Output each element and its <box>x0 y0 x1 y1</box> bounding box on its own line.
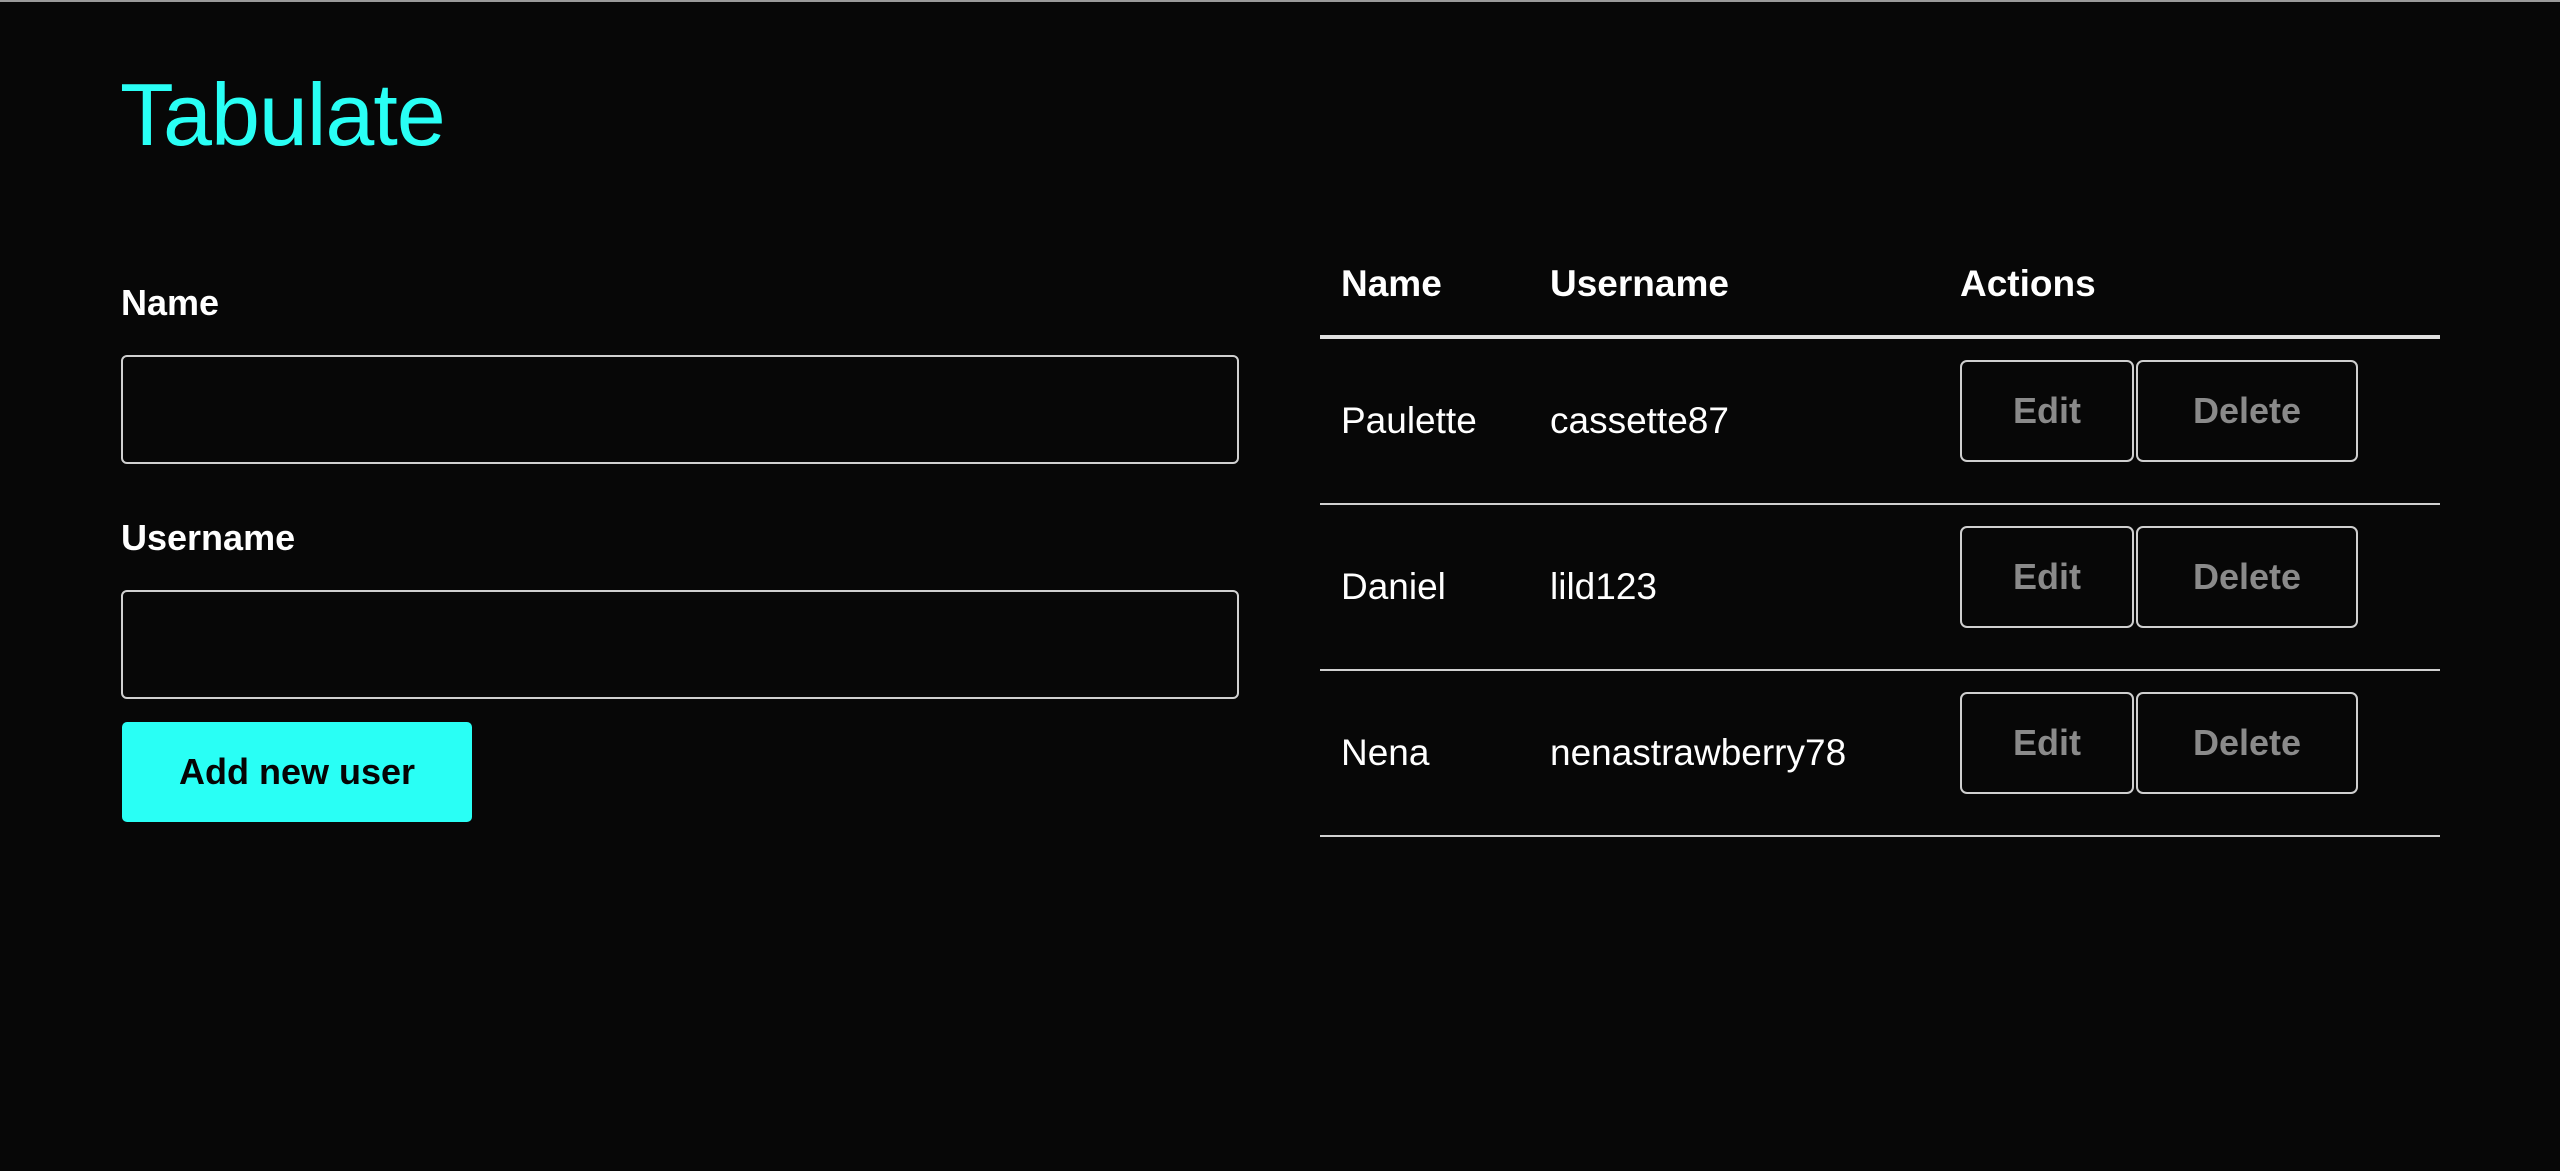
delete-button[interactable]: Delete <box>2136 692 2358 794</box>
header-actions: Actions <box>1960 263 2096 304</box>
table-header: Name Username Actions <box>1320 232 2440 339</box>
cell-username: lild123 <box>1550 566 1657 607</box>
edit-button[interactable]: Edit <box>1960 360 2134 462</box>
add-user-button[interactable]: Add new user <box>122 722 472 822</box>
table-row: Daniel lild123 Edit Delete <box>1320 505 2440 671</box>
cell-name: Paulette <box>1341 400 1477 441</box>
page-title: Tabulate <box>120 65 446 164</box>
username-label: Username <box>121 517 296 558</box>
username-input[interactable] <box>121 590 1239 699</box>
header-username: Username <box>1550 263 1729 304</box>
cell-name: Daniel <box>1341 566 1446 607</box>
users-table: Name Username Actions Paulette cassette8… <box>1320 232 2440 837</box>
name-input[interactable] <box>121 355 1239 464</box>
delete-button[interactable]: Delete <box>2136 526 2358 628</box>
table-row: Nena nenastrawberry78 Edit Delete <box>1320 671 2440 837</box>
table-row: Paulette cassette87 Edit Delete <box>1320 339 2440 505</box>
cell-name: Nena <box>1341 732 1430 773</box>
header-name: Name <box>1341 263 1442 304</box>
edit-button[interactable]: Edit <box>1960 692 2134 794</box>
cell-username: cassette87 <box>1550 400 1729 441</box>
edit-button[interactable]: Edit <box>1960 526 2134 628</box>
name-label: Name <box>121 282 220 323</box>
delete-button[interactable]: Delete <box>2136 360 2358 462</box>
cell-username: nenastrawberry78 <box>1550 732 1847 773</box>
